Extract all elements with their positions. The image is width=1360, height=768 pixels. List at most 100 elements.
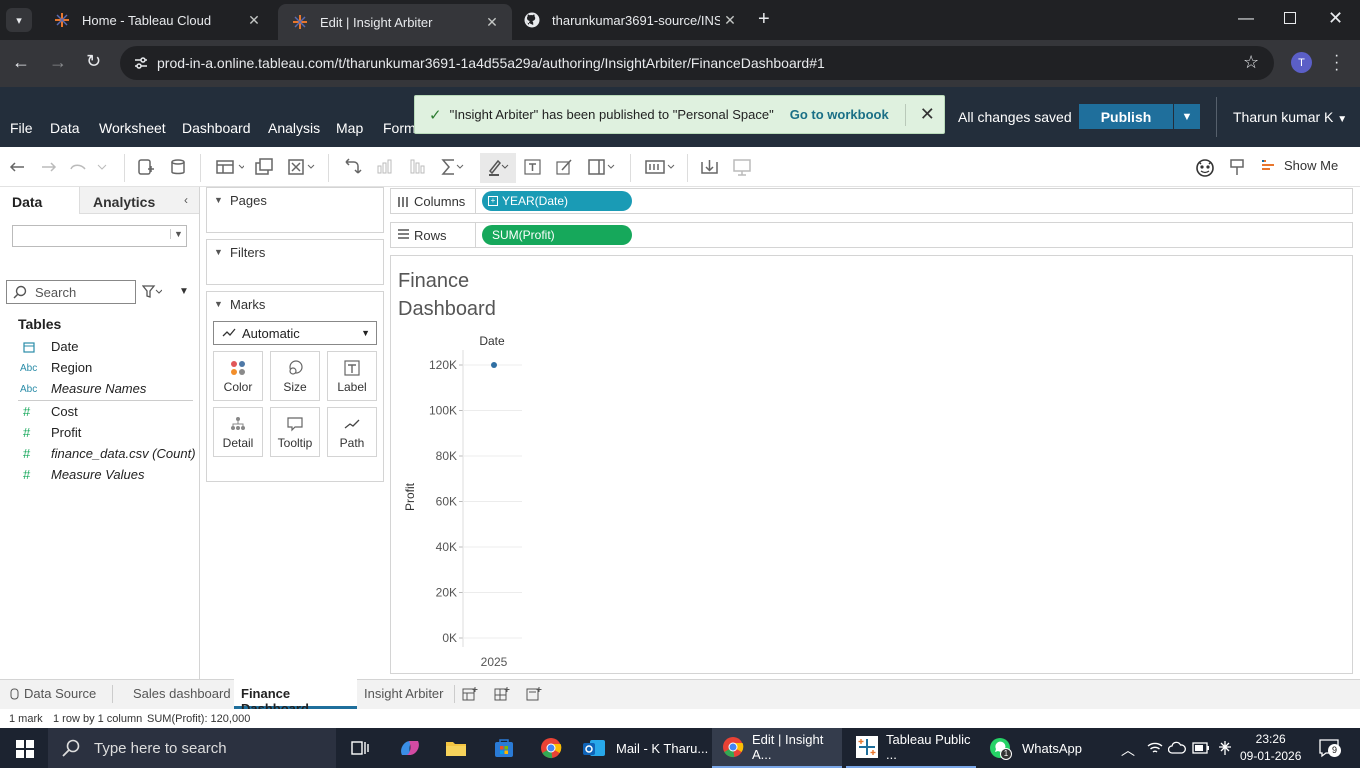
clear-sheet-icon[interactable] xyxy=(286,157,315,177)
browser-tab-github[interactable]: tharunkumar3691-source/INSIG ✕ xyxy=(510,0,750,40)
tab-analytics[interactable]: Analytics xyxy=(79,187,199,214)
field-cost[interactable]: # Cost xyxy=(0,404,199,424)
publish-dropdown-icon[interactable]: ▼ xyxy=(1174,104,1200,129)
new-tab-button[interactable]: + xyxy=(758,8,770,31)
wifi-icon[interactable] xyxy=(1146,740,1164,756)
color-button[interactable]: Color xyxy=(213,351,263,401)
close-window-icon[interactable]: ✕ xyxy=(1328,8,1343,29)
search-input[interactable]: Search xyxy=(6,280,136,304)
close-notification-icon[interactable]: ✕ xyxy=(920,104,935,125)
menu-dashboard[interactable]: Dashboard xyxy=(182,120,251,136)
chrome-icon[interactable] xyxy=(540,737,562,759)
taskbar-app-mail[interactable]: Mail - K Tharu... xyxy=(582,728,710,768)
undo-icon[interactable] xyxy=(6,157,28,177)
store-icon[interactable] xyxy=(493,737,515,759)
new-worksheet-icon[interactable] xyxy=(462,686,478,702)
minimize-window-icon[interactable]: — xyxy=(1238,10,1254,28)
pin-icon[interactable] xyxy=(1226,157,1248,177)
new-dashboard-icon[interactable] xyxy=(494,686,510,702)
taskbar-search[interactable]: Type here to search xyxy=(48,728,336,768)
fit-icon[interactable] xyxy=(586,157,615,177)
menu-format[interactable]: Form xyxy=(383,120,416,136)
back-icon[interactable]: ← xyxy=(12,52,30,73)
field-measure-values[interactable]: # Measure Values xyxy=(0,467,199,487)
clock[interactable]: 23:26 09-01-2026 xyxy=(1240,731,1301,765)
file-explorer-icon[interactable] xyxy=(445,738,467,758)
bookmark-star-icon[interactable]: ☆ xyxy=(1243,52,1259,73)
network-icon[interactable] xyxy=(1216,739,1234,757)
totals-icon[interactable] xyxy=(440,157,464,177)
tooltip-button[interactable]: Tooltip xyxy=(270,407,320,457)
new-story-icon[interactable] xyxy=(526,686,542,702)
field-measure-names[interactable]: Abc Measure Names xyxy=(0,381,199,401)
menu-worksheet[interactable]: Worksheet xyxy=(99,120,166,136)
tab-sales-dashboard[interactable]: Sales dashboard xyxy=(133,686,231,701)
presentation-mode-icon[interactable] xyxy=(643,157,675,177)
collapse-card-icon[interactable]: ▼ xyxy=(214,195,223,205)
download-icon[interactable] xyxy=(699,157,721,177)
menu-file[interactable]: File xyxy=(10,120,33,136)
close-tab-icon[interactable]: ✕ xyxy=(482,14,502,31)
new-data-source-icon[interactable] xyxy=(135,157,157,177)
rows-pill[interactable]: SUM(Profit) xyxy=(482,225,632,245)
show-me-button[interactable]: Show Me xyxy=(1260,157,1338,173)
tray-expand-icon[interactable]: ︿ xyxy=(1121,740,1135,760)
reload-icon[interactable]: ↻ xyxy=(86,51,101,72)
size-button[interactable]: Size xyxy=(270,351,320,401)
browser-menu-icon[interactable]: · · · xyxy=(1334,48,1339,78)
field-count[interactable]: # finance_data.csv (Count) xyxy=(0,446,199,466)
tab-data[interactable]: Data xyxy=(0,187,79,214)
redo-icon[interactable] xyxy=(38,157,60,177)
swap-rows-columns-icon[interactable] xyxy=(342,157,364,177)
close-tab-icon[interactable]: ✕ xyxy=(244,12,264,29)
chevron-down-icon[interactable]: ▼ xyxy=(170,229,186,239)
notification-icon[interactable]: 9 xyxy=(1318,738,1341,758)
taskbar-app-chrome-active[interactable]: Edit | Insight A... xyxy=(712,728,842,768)
battery-icon[interactable] xyxy=(1192,742,1210,754)
collapse-card-icon[interactable]: ▼ xyxy=(214,247,223,257)
collapse-pane-icon[interactable]: ‹ xyxy=(184,193,188,207)
sort-descending-icon[interactable] xyxy=(407,157,429,177)
field-region[interactable]: Abc Region xyxy=(0,360,199,380)
einstein-icon[interactable] xyxy=(1194,157,1216,177)
label-button[interactable]: Label xyxy=(327,351,377,401)
pause-updates-icon[interactable] xyxy=(168,157,190,177)
user-menu[interactable]: Tharun kumar K ▼ xyxy=(1233,109,1347,125)
restore-window-icon[interactable] xyxy=(1284,12,1296,24)
path-button[interactable]: Path xyxy=(327,407,377,457)
new-worksheet-icon[interactable] xyxy=(214,157,244,177)
profile-avatar[interactable]: T xyxy=(1291,52,1312,73)
format-workbook-icon[interactable] xyxy=(554,157,576,177)
taskbar-app-whatsapp[interactable]: 1 WhatsApp xyxy=(980,728,1090,768)
pane-menu-icon[interactable]: ▼ xyxy=(179,286,189,297)
menu-data[interactable]: Data xyxy=(50,120,80,136)
browser-tab-home[interactable]: Home - Tableau Cloud ✕ xyxy=(40,0,274,40)
task-view-icon[interactable] xyxy=(350,738,370,758)
filter-icon[interactable] xyxy=(142,285,162,299)
field-profit[interactable]: # Profit xyxy=(0,425,199,445)
tab-search-button[interactable]: ▾ xyxy=(6,8,32,32)
site-info-icon[interactable] xyxy=(133,55,149,71)
close-tab-icon[interactable]: ✕ xyxy=(720,12,740,29)
collapse-card-icon[interactable]: ▼ xyxy=(214,299,223,309)
highlight-icon[interactable] xyxy=(486,157,509,177)
replay-icon[interactable] xyxy=(68,157,107,177)
taskbar-app-tableau[interactable]: Tableau Public ... xyxy=(846,728,976,768)
tab-insight-arbiter[interactable]: Insight Arbiter xyxy=(364,686,444,701)
data-source-select[interactable] xyxy=(12,225,187,247)
copilot-icon[interactable] xyxy=(398,737,422,759)
duplicate-sheet-icon[interactable] xyxy=(253,157,275,177)
present-icon[interactable] xyxy=(731,157,753,177)
menu-map[interactable]: Map xyxy=(336,120,363,136)
sort-ascending-icon[interactable] xyxy=(374,157,396,177)
menu-analysis[interactable]: Analysis xyxy=(268,120,320,136)
detail-button[interactable]: Detail xyxy=(213,407,263,457)
cloud-icon[interactable] xyxy=(1168,740,1186,756)
tab-finance-dashboard[interactable]: Finance Dashboard xyxy=(234,679,357,716)
show-labels-icon[interactable] xyxy=(522,157,544,177)
columns-pill[interactable]: + YEAR(Date) xyxy=(482,191,632,211)
tab-data-source[interactable]: Data Source xyxy=(10,686,96,701)
browser-tab-active[interactable]: Edit | Insight Arbiter ✕ xyxy=(278,4,512,40)
windows-start-icon[interactable] xyxy=(16,740,34,758)
mark-type-select[interactable]: Automatic ▼ xyxy=(213,321,377,345)
